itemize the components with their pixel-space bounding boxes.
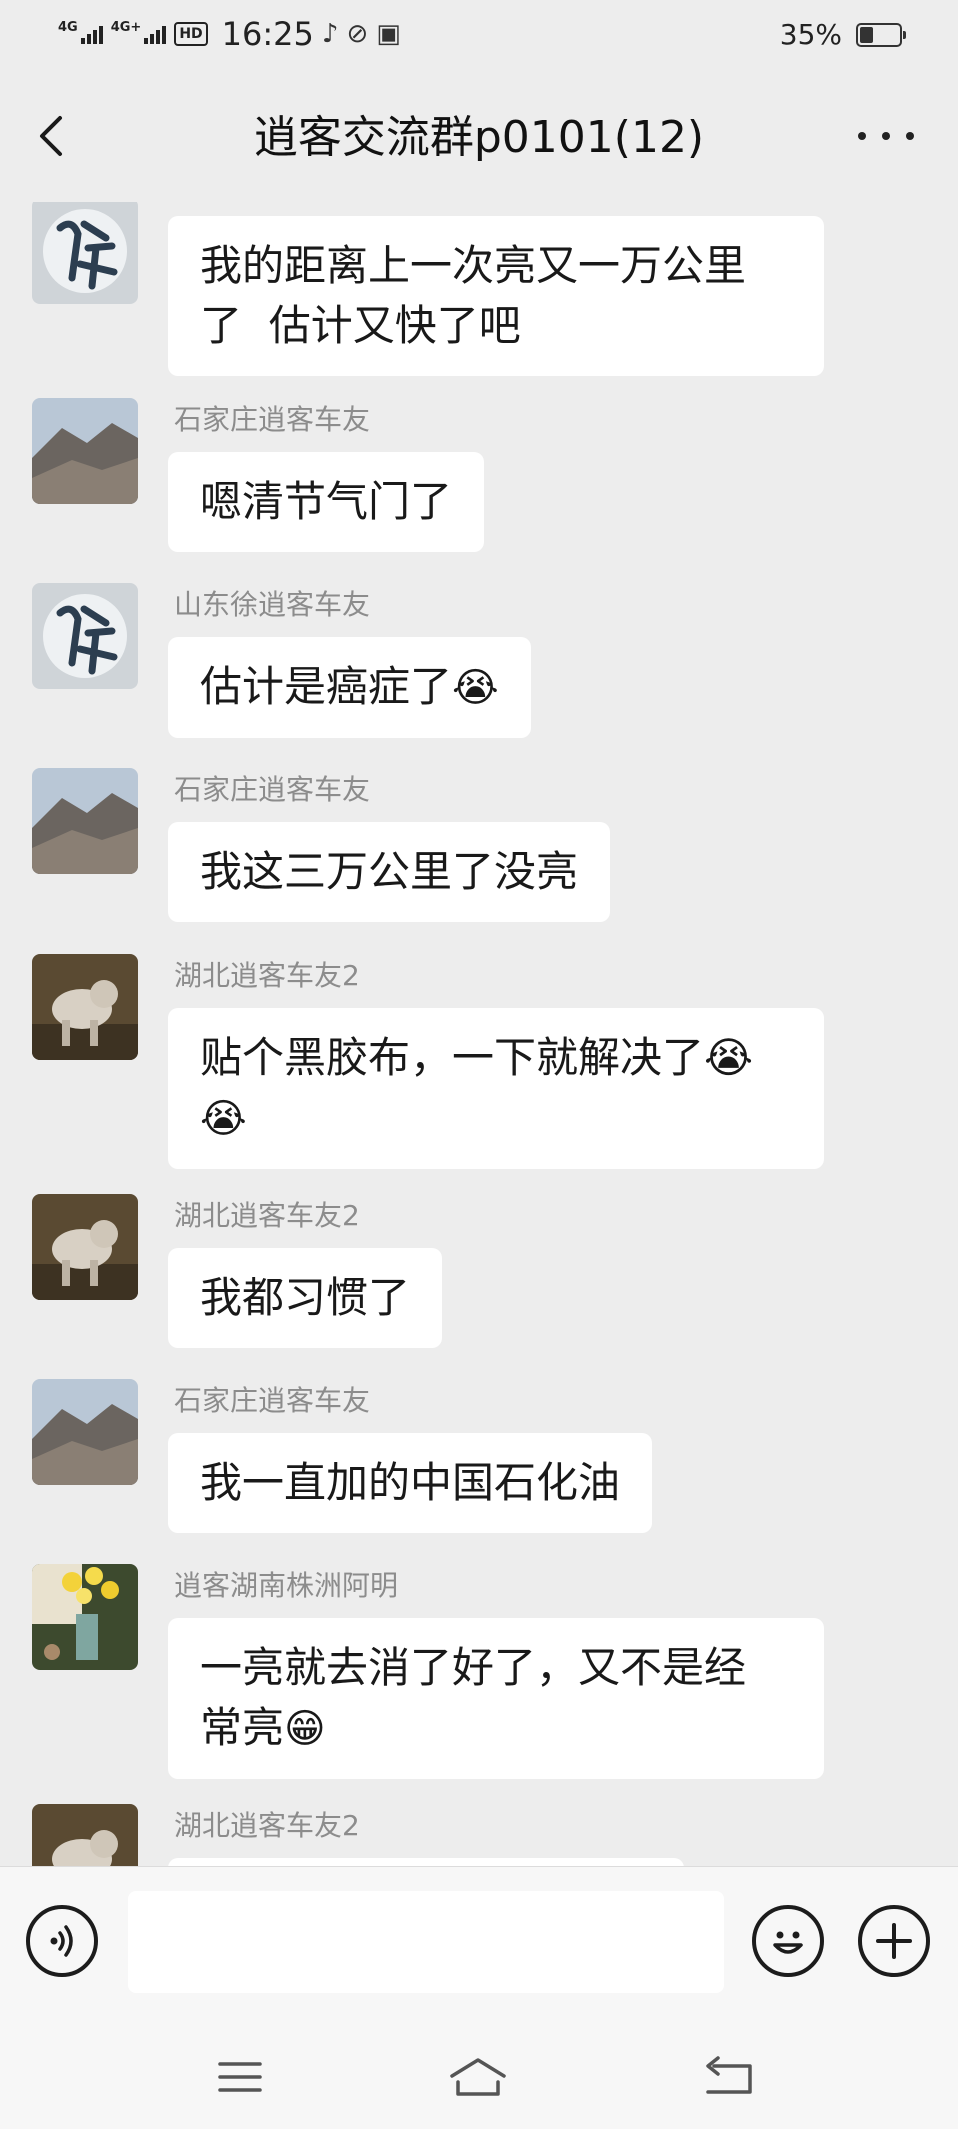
message-bubble[interactable]: 我都习惯了 <box>168 1248 443 1348</box>
mountain-avatar-icon <box>32 398 138 504</box>
message-sender: 湖北逍客车友2 <box>174 959 360 992</box>
dog-avatar-icon <box>32 1804 138 1866</box>
avatar[interactable] <box>32 954 138 1060</box>
voice-icon <box>50 1925 73 1957</box>
voice-button[interactable] <box>26 1905 98 1977</box>
mountain-avatar-icon <box>32 768 138 874</box>
hd-voice-icon: HD <box>174 22 208 46</box>
message-sender: 湖北逍客车友2 <box>174 1809 360 1842</box>
message-sender: 山东徐逍客车友 <box>174 588 371 621</box>
message-bubble[interactable] <box>168 1858 684 1866</box>
chat-header: 逍客交流群p0101(12) <box>0 70 958 202</box>
clock: 16:25 <box>221 15 314 53</box>
input-bar <box>0 1866 958 2015</box>
page-title: 逍客交流群p0101(12) <box>253 112 705 163</box>
tiktok-icon: ♪ <box>321 19 339 49</box>
dog-avatar-icon <box>32 1194 138 1300</box>
signal-4g-icon: 4G <box>58 21 103 44</box>
calligraphy-avatar-icon <box>32 583 138 689</box>
message-sender: 石家庄逍客车友 <box>174 1384 371 1417</box>
avatar[interactable] <box>32 1194 138 1300</box>
message-bubble[interactable]: 我的距离上一次亮又一万公里 了 估计又快了吧 <box>168 216 824 376</box>
message-bubble[interactable]: 贴个黑胶布，一下就解决了😭 😭 <box>168 1008 824 1169</box>
crying-laughing-emoji: 😭 <box>200 1096 247 1142</box>
plus-button[interactable] <box>858 1905 930 1977</box>
message-bubble[interactable]: 我一直加的中国石化油 <box>168 1433 653 1533</box>
avatar[interactable] <box>32 1564 138 1670</box>
message-bubble[interactable]: 估计是癌症了😭 <box>168 637 531 738</box>
video-app-icon: ▣ <box>376 19 401 49</box>
battery-icon <box>856 22 906 47</box>
avatar[interactable] <box>32 583 138 689</box>
menu-icon <box>218 2062 262 2092</box>
notification-app-icon: ⊘ <box>346 19 369 49</box>
status-bar: 4G 4G+ HD 16:25 ♪ ⊘ ▣ 35% <box>0 0 958 70</box>
message-input[interactable] <box>128 1891 724 1993</box>
message-sender: 湖北逍客车友2 <box>174 1199 360 1232</box>
system-back-button[interactable] <box>700 2052 760 2102</box>
battery-percent: 35% <box>779 18 842 51</box>
message-sender: 石家庄逍客车友 <box>174 773 371 806</box>
home-icon <box>450 2058 506 2096</box>
back-arrow-icon <box>706 2056 752 2094</box>
grinning-emoji: 😁 <box>284 1706 326 1752</box>
message-bubble[interactable]: 嗯清节气门了 <box>168 452 485 552</box>
message-list[interactable]: 我的距离上一次亮又一万公里 了 估计又快了吧 石家庄逍客车友 嗯清节气门了 山东… <box>0 202 958 1866</box>
more-button[interactable] <box>858 114 914 158</box>
crying-laughing-emoji: 😭 <box>452 665 499 711</box>
emoji-button[interactable] <box>752 1905 824 1977</box>
avatar[interactable] <box>32 398 138 504</box>
flowers-avatar-icon <box>32 1564 138 1670</box>
message-bubble[interactable]: 我这三万公里了没亮 <box>168 822 611 922</box>
dog-avatar-icon <box>32 954 138 1060</box>
more-dots-icon <box>858 132 866 140</box>
home-button[interactable] <box>448 2052 508 2102</box>
avatar[interactable] <box>32 202 138 304</box>
message-sender: 石家庄逍客车友 <box>174 403 371 436</box>
plus-icon <box>876 1923 912 1959</box>
signal-4g-plus-icon: 4G+ <box>111 21 167 44</box>
avatar[interactable] <box>32 1379 138 1485</box>
avatar[interactable] <box>32 1804 138 1866</box>
emoji-face-icon <box>773 1931 803 1954</box>
calligraphy-avatar-icon <box>32 202 138 304</box>
message-bubble[interactable]: 一亮就去消了好了，又不是经 常亮😁 <box>168 1618 824 1779</box>
mountain-avatar-icon <box>32 1379 138 1485</box>
system-nav-bar <box>0 2014 958 2129</box>
menu-button[interactable] <box>210 2052 270 2102</box>
avatar[interactable] <box>32 768 138 874</box>
message-sender: 逍客湖南株洲阿明 <box>174 1569 399 1602</box>
